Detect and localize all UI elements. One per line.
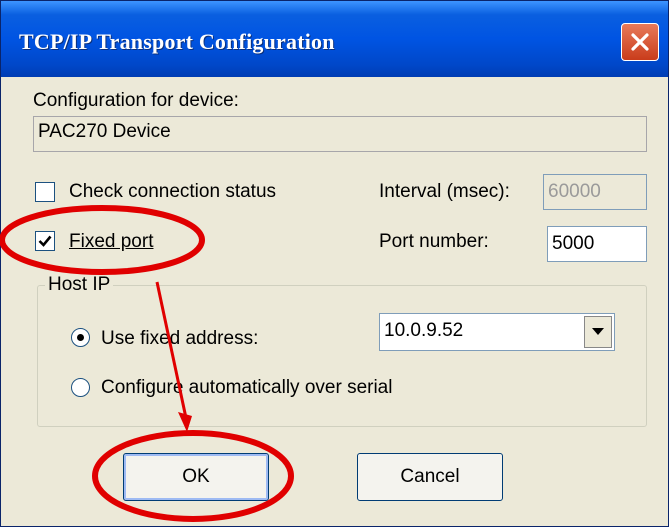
fixed-port-label[interactable]: Fixed port [69, 231, 153, 253]
host-address-value: 10.0.9.52 [384, 320, 464, 341]
device-name-field: PAC270 Device [33, 116, 647, 152]
cancel-button[interactable]: Cancel [357, 453, 503, 501]
port-number-input[interactable]: 5000 [547, 226, 647, 262]
checkmark-icon [38, 235, 52, 247]
auto-serial-label[interactable]: Configure automatically over serial [101, 377, 392, 399]
use-fixed-address-label[interactable]: Use fixed address: [101, 328, 258, 350]
host-address-combobox[interactable]: 10.0.9.52 [379, 313, 615, 351]
host-ip-groupbox [37, 285, 647, 427]
port-number-label: Port number: [379, 231, 489, 252]
close-button[interactable] [621, 23, 659, 61]
dropdown-arrow-icon [592, 328, 604, 335]
host-ip-group-label: Host IP [45, 274, 114, 296]
device-caption: Configuration for device: [33, 90, 239, 111]
auto-serial-radio[interactable] [71, 378, 90, 397]
fixed-port-checkbox[interactable] [35, 231, 55, 251]
ok-button[interactable]: OK [123, 453, 269, 501]
check-status-checkbox[interactable] [35, 182, 55, 202]
window-title: TCP/IP Transport Configuration [19, 29, 335, 54]
interval-input: 60000 [543, 174, 647, 210]
tcpip-config-dialog: TCP/IP Transport Configuration Configura… [0, 0, 669, 527]
check-status-label[interactable]: Check connection status [69, 181, 276, 203]
dropdown-button[interactable] [584, 316, 612, 348]
use-fixed-address-radio[interactable] [71, 328, 90, 347]
close-icon [631, 33, 649, 51]
title-bar[interactable]: TCP/IP Transport Configuration [1, 1, 668, 77]
interval-label: Interval (msec): [379, 181, 510, 202]
radio-selected-dot [77, 334, 84, 341]
